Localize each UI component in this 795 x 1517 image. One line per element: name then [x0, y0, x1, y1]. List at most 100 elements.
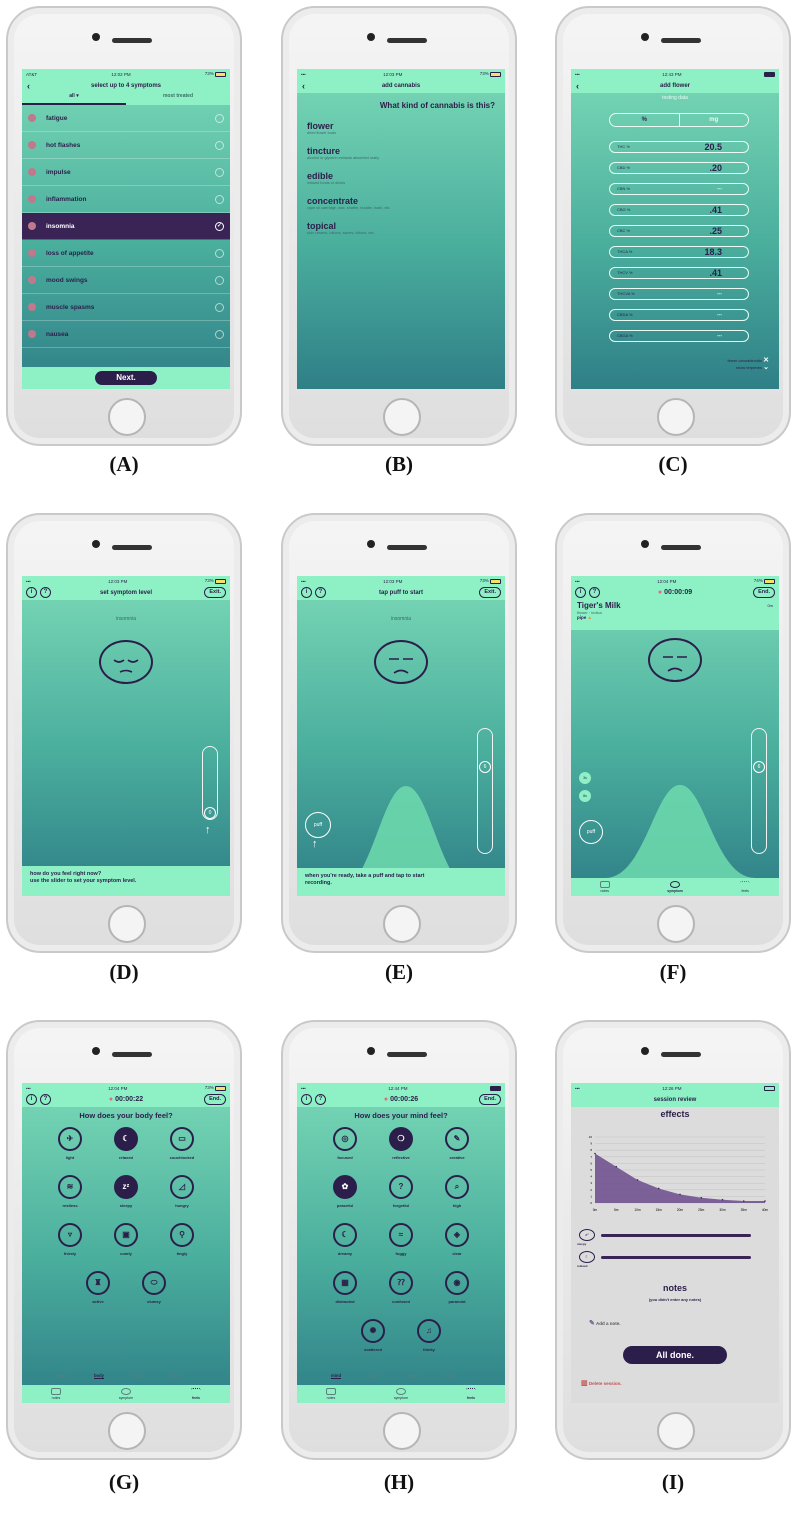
puff-button[interactable]: puff: [579, 820, 603, 844]
cannabinoid-row[interactable]: THCVA % ---: [609, 288, 749, 300]
home-button[interactable]: [383, 905, 421, 943]
cannabinoid-row[interactable]: THC % 20.5: [609, 141, 749, 153]
effect-option[interactable]: ✺ scattered: [355, 1319, 391, 1352]
symptom-row[interactable]: inflammation: [22, 186, 230, 213]
tab-body[interactable]: body: [369, 1373, 378, 1378]
cannabinoid-value[interactable]: ---: [717, 331, 722, 341]
effect-option[interactable]: ≋ restless: [52, 1175, 88, 1208]
end-button[interactable]: End.: [204, 1094, 226, 1105]
symptom-row[interactable]: hot flashes: [22, 132, 230, 159]
cannabinoid-row[interactable]: CBD % .20: [609, 162, 749, 174]
end-button[interactable]: End.: [753, 587, 775, 598]
home-button[interactable]: [108, 1412, 146, 1450]
effect-option[interactable]: ❍ reflective: [383, 1127, 419, 1160]
puff-marker[interactable]: 3s: [579, 772, 591, 784]
home-button[interactable]: [383, 398, 421, 436]
info-icon[interactable]: i: [301, 587, 312, 598]
effect-option[interactable]: ✈ light: [52, 1127, 88, 1160]
tab-symptom[interactable]: symptom: [394, 1388, 408, 1400]
tab-mind[interactable]: mind: [331, 1373, 342, 1379]
home-button[interactable]: [108, 398, 146, 436]
effect-option[interactable]: ◎ focused: [327, 1127, 363, 1160]
tab-mood[interactable]: mood: [132, 1373, 142, 1378]
tab-all[interactable]: all ▾: [22, 93, 126, 105]
cannabinoid-value[interactable]: ---: [717, 184, 722, 194]
symptom-row[interactable]: fatigue: [22, 105, 230, 132]
back-icon[interactable]: ‹: [302, 79, 305, 93]
tab-other[interactable]: other: [170, 1373, 180, 1378]
effect-option[interactable]: zᶻ sleepy: [108, 1175, 144, 1208]
next-button[interactable]: Next.: [95, 371, 157, 385]
effect-option[interactable]: ⬭ clumsy: [136, 1271, 172, 1304]
effect-option[interactable]: ◈ clear: [439, 1223, 475, 1256]
tab-mood[interactable]: mood: [407, 1373, 417, 1378]
cannabinoid-value[interactable]: 20.5: [704, 142, 722, 152]
back-icon[interactable]: ‹: [27, 79, 30, 93]
symptom-row[interactable]: loss of appetite: [22, 240, 230, 267]
effect-option[interactable]: ◉ paranoid: [439, 1271, 475, 1304]
cannabinoid-row[interactable]: THCV % .41: [609, 267, 749, 279]
tab-notes[interactable]: notes: [599, 881, 610, 893]
cannabinoid-row[interactable]: CBC % .25: [609, 225, 749, 237]
effect-option[interactable]: ♫ thinky: [411, 1319, 447, 1352]
cannabinoid-row[interactable]: CBDA % ---: [609, 309, 749, 321]
unit-toggle[interactable]: % mg: [609, 113, 749, 127]
tab-feels[interactable]: feels: [466, 1388, 476, 1400]
symptom-row[interactable]: mood swings: [22, 267, 230, 294]
puff-button[interactable]: puff: [305, 812, 331, 838]
home-button[interactable]: [657, 905, 695, 943]
symptom-row[interactable]: impulse: [22, 159, 230, 186]
effect-option[interactable]: ☾ dreamy: [327, 1223, 363, 1256]
radio-button[interactable]: [215, 113, 224, 123]
slider-knob[interactable]: 6: [479, 761, 491, 773]
effect-option[interactable]: ⁇ confused: [383, 1271, 419, 1304]
effect-option[interactable]: ⌕ high: [439, 1175, 475, 1208]
tab-body[interactable]: body: [94, 1373, 105, 1379]
effect-option[interactable]: ✎ creative: [439, 1127, 475, 1160]
info-icon[interactable]: i: [575, 587, 586, 598]
cannabis-type-option[interactable]: topical skin creams, lotions, salves, lot…: [297, 216, 505, 241]
cannabinoid-row[interactable]: CBN % ---: [609, 183, 749, 195]
info-icon[interactable]: i: [26, 1094, 37, 1105]
info-icon[interactable]: i: [301, 1094, 312, 1105]
symptom-row[interactable]: insomnia ✓: [22, 213, 230, 240]
symptom-slider[interactable]: 6: [477, 728, 493, 854]
exit-button[interactable]: Exit.: [479, 587, 501, 598]
radio-button[interactable]: [215, 167, 224, 177]
info-icon[interactable]: i: [26, 587, 37, 598]
cannabinoid-row[interactable]: THCA % 18.3: [609, 246, 749, 258]
tab-notes[interactable]: notes: [50, 1388, 61, 1400]
slider-knob[interactable]: 6: [753, 761, 765, 773]
back-icon[interactable]: ‹: [576, 79, 579, 93]
home-button[interactable]: [657, 398, 695, 436]
cannabinoid-row[interactable]: CBGA % ---: [609, 330, 749, 342]
help-icon[interactable]: ?: [589, 587, 600, 598]
cannabinoid-value[interactable]: .25: [709, 226, 722, 236]
effect-option[interactable]: ✿ peaceful: [327, 1175, 363, 1208]
effect-option[interactable]: ⚲ tingly: [164, 1223, 200, 1256]
tab-feels[interactable]: feels: [191, 1388, 201, 1400]
effect-option[interactable]: ▣ comfy: [108, 1223, 144, 1256]
fewer-cannabinoids-link[interactable]: fewer cannabinoids ✕: [728, 357, 769, 364]
puff-marker[interactable]: 8s: [579, 790, 591, 802]
cannabis-type-option[interactable]: tincture alcohol or glycerin extracts abs…: [297, 141, 505, 166]
cannabinoid-value[interactable]: .41: [709, 205, 722, 215]
radio-button[interactable]: [215, 140, 224, 150]
radio-button[interactable]: [215, 275, 224, 285]
all-done-button[interactable]: All done.: [623, 1346, 727, 1364]
symptom-row[interactable]: muscle spasms: [22, 294, 230, 321]
effect-option[interactable]: ▭ couchlocked: [164, 1127, 200, 1160]
symptom-slider[interactable]: 0: [202, 746, 218, 820]
tab-mind[interactable]: mind: [56, 1373, 65, 1378]
effect-option[interactable]: ♜ active: [80, 1271, 116, 1304]
cannabis-type-option[interactable]: edible infused foods or drinks: [297, 166, 505, 191]
radio-button[interactable]: [215, 302, 224, 312]
tab-symptom[interactable]: symptom: [119, 1388, 133, 1400]
symptom-row[interactable]: nausea: [22, 321, 230, 348]
effect-option[interactable]: ▿ thirsty: [52, 1223, 88, 1256]
exit-button[interactable]: Exit.: [204, 587, 226, 598]
radio-button[interactable]: [215, 248, 224, 258]
radio-button[interactable]: [215, 329, 224, 339]
help-icon[interactable]: ?: [315, 1094, 326, 1105]
cannabinoid-value[interactable]: .41: [709, 268, 722, 278]
